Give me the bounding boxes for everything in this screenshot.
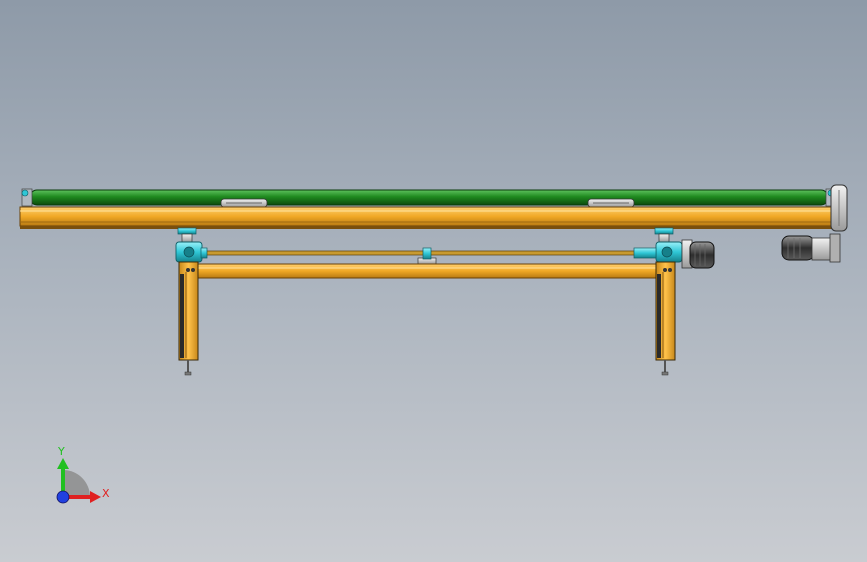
lower-cross-beam[interactable] (195, 263, 660, 279)
x-axis-label: X (102, 487, 110, 500)
main-frame-beam[interactable] (19, 206, 837, 229)
lift-unit-right[interactable] (633, 227, 683, 263)
support-leg-right[interactable] (655, 261, 676, 361)
leveling-foot-right[interactable] (661, 360, 669, 376)
leveling-foot-left[interactable] (184, 360, 192, 376)
lift-unit-left[interactable] (175, 227, 208, 263)
shaft-center-bearing[interactable] (417, 247, 437, 265)
drive-end-plate[interactable] (830, 184, 848, 232)
conveyor-model-view[interactable]: Y X (0, 0, 867, 562)
belt-clamp-right[interactable] (587, 198, 635, 208)
coordinate-triad-icon: Y X (56, 445, 110, 504)
lift-gear-motor[interactable] (681, 239, 715, 269)
cad-viewport[interactable]: Y X (0, 0, 867, 562)
support-leg-left[interactable] (178, 261, 199, 361)
belt-drive-motor[interactable] (781, 233, 841, 263)
belt-clamp-left[interactable] (220, 198, 268, 208)
y-axis-label: Y (57, 445, 65, 458)
conveyor-belt[interactable] (21, 188, 837, 207)
